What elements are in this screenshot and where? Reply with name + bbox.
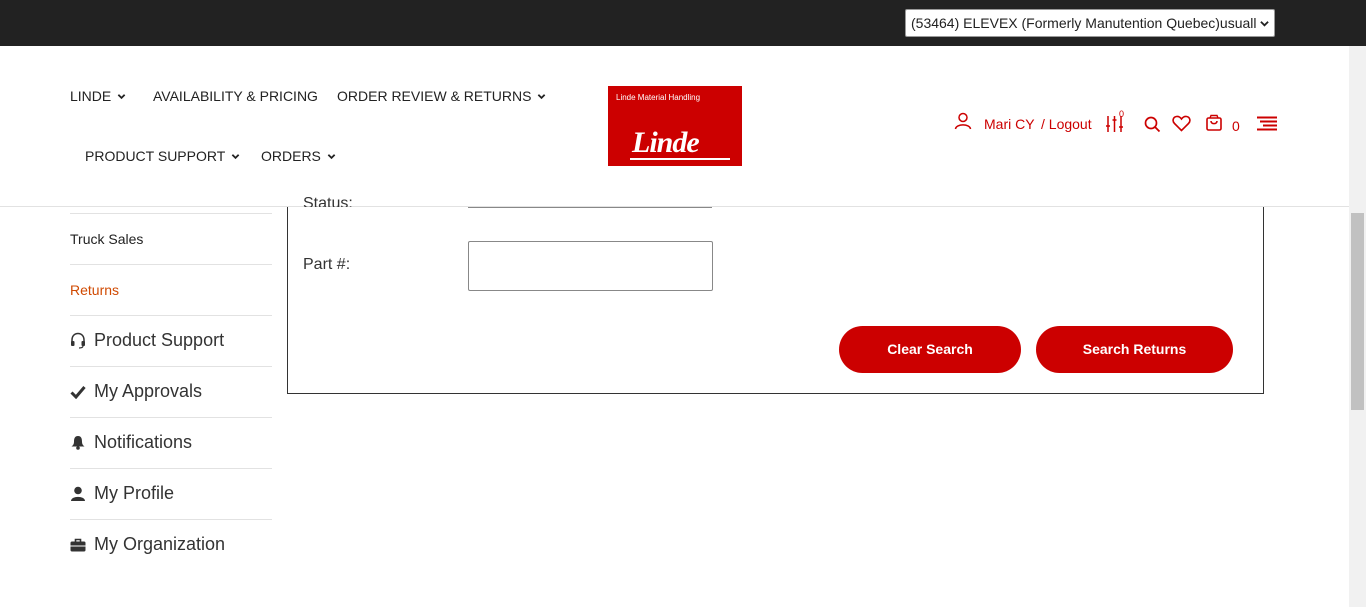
sidebar-item-my-profile[interactable]: My Profile [70, 483, 174, 504]
sidebar-item-label: Product Support [94, 330, 225, 350]
account-select[interactable]: (53464) ELEVEX (Formerly Manutention Que… [905, 9, 1275, 37]
sidebar-divider [70, 468, 272, 469]
sidebar-item-my-approvals[interactable]: My Approvals [70, 381, 202, 402]
nav-orders[interactable]: ORDERS [261, 148, 336, 164]
sidebar-item-label: Notifications [94, 432, 193, 452]
nav-availability-pricing[interactable]: AVAILABILITY & PRICING [153, 88, 318, 104]
menu-icon[interactable] [1257, 116, 1277, 131]
chevron-down-icon [231, 153, 240, 159]
briefcase-icon [70, 538, 86, 551]
site-header: LINDE AVAILABILITY & PRICING ORDER REVIE… [0, 46, 1349, 207]
chevron-down-icon [538, 93, 546, 99]
sidebar-divider [70, 264, 272, 265]
logo-wordmark: Linde [632, 126, 700, 159]
sidebar-item-notifications[interactable]: Notifications [70, 432, 192, 453]
logout-link[interactable]: / Logout [1041, 116, 1092, 132]
nav-linde-label: LINDE [70, 88, 112, 104]
sidebar-divider [70, 417, 272, 418]
bell-icon [71, 436, 85, 450]
sidebar-divider [70, 519, 272, 520]
sidebar-item-label: My Profile [94, 483, 175, 503]
nav-order-review-returns[interactable]: ORDER REVIEW & RETURNS [337, 88, 546, 104]
checkmark-icon [70, 385, 86, 399]
sidebar-item-label: My Approvals [94, 381, 203, 401]
sidebar-divider [70, 315, 272, 316]
nav-linde[interactable]: LINDE [70, 88, 126, 104]
chevron-down-icon [1260, 21, 1269, 27]
nav-product-support-label: PRODUCT SUPPORT [85, 148, 226, 164]
sidebar-item-label: My Organization [94, 534, 226, 554]
user-name-link[interactable]: Mari CY [984, 116, 1035, 132]
part-number-input[interactable] [468, 241, 713, 291]
nav-product-support[interactable]: PRODUCT SUPPORT [85, 148, 240, 164]
part-number-label: Part #: [303, 256, 351, 273]
heart-icon[interactable] [1172, 115, 1191, 132]
search-returns-button[interactable]: Search Returns [1036, 326, 1233, 373]
nav-availability-pricing-label: AVAILABILITY & PRICING [153, 88, 318, 104]
logo-tagline: Linde Material Handling [616, 93, 701, 102]
logo-underline [630, 158, 730, 160]
cart-icon[interactable] [1205, 114, 1223, 132]
status-label: Status: [303, 196, 353, 207]
search-icon[interactable] [1144, 116, 1161, 133]
headset-icon [71, 332, 85, 349]
chevron-down-icon [327, 153, 336, 159]
cart-count: 0 [1232, 118, 1240, 134]
compare-count-badge: 0 [1119, 109, 1125, 119]
user-icon[interactable] [954, 112, 973, 130]
sidebar-divider [70, 366, 272, 367]
sidebar-link-returns[interactable]: Returns [70, 282, 119, 298]
nav-order-review-returns-label: ORDER REVIEW & RETURNS [337, 88, 532, 104]
clear-search-button[interactable]: Clear Search [839, 326, 1021, 373]
sidebar-item-product-support[interactable]: Product Support [70, 330, 224, 351]
page-scrollbar-thumb[interactable] [1351, 213, 1364, 410]
sidebar-divider [70, 213, 272, 214]
nav-orders-label: ORDERS [261, 148, 321, 164]
linde-logo[interactable]: Linde Material Handling Linde [608, 86, 742, 166]
sidebar-link-truck-sales[interactable]: Truck Sales [70, 231, 143, 247]
account-select-value: (53464) ELEVEX (Formerly Manutention Que… [911, 15, 1257, 31]
sidebar-item-my-organization[interactable]: My Organization [70, 534, 225, 555]
person-icon [71, 486, 85, 501]
status-select[interactable] [468, 207, 712, 208]
chevron-down-icon [117, 93, 126, 99]
